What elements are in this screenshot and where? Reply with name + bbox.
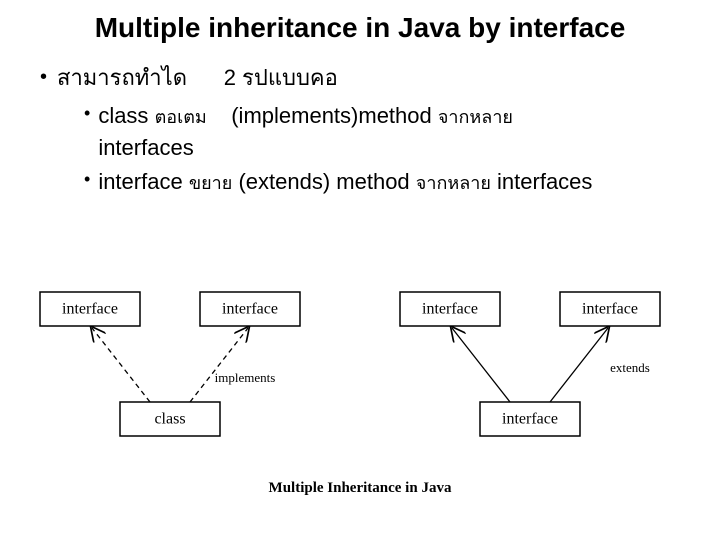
sub-bullet-list: • class ตอเตม (implements)method จากหลาย… (84, 100, 690, 198)
sub1-thai2: จากหลาย (438, 107, 513, 127)
diagram-area: interface interface class implements int… (20, 282, 700, 512)
sub1-interfaces: interfaces (98, 135, 193, 160)
inheritance-diagram: interface interface class implements int… (20, 282, 700, 512)
implements-arrow-1 (92, 328, 150, 402)
diagram-left: interface interface class implements (40, 292, 300, 436)
left-top-label-2: interface (222, 301, 278, 318)
bullet-1-part-b: 2 รปแบบคอ (224, 65, 338, 90)
bullet-dot-icon: • (40, 62, 47, 92)
sub2-thai2: จากหลาย (416, 173, 491, 193)
slide-title: Multiple inheritance in Java by interfac… (0, 12, 720, 44)
sub-bullet-1-text: class ตอเตม (implements)method จากหลาย i… (98, 100, 690, 164)
sub1-class: class (98, 103, 148, 128)
bullet-1-text: สามารถทำได 2 รปแบบคอ (57, 62, 690, 94)
extends-arrow-2 (550, 328, 608, 402)
sub2-extends: (extends) method (238, 169, 409, 194)
extends-arrow-1 (452, 328, 510, 402)
bullet-1-part-a: สามารถทำได (57, 65, 187, 90)
bullet-1: • สามารถทำได 2 รปแบบคอ (40, 62, 690, 94)
sub-bullet-2-text: interface ขยาย (extends) method จากหลาย … (98, 166, 690, 198)
right-top-label-1: interface (422, 301, 478, 318)
left-top-label-1: interface (62, 301, 118, 318)
sub2-thai1: ขยาย (189, 173, 233, 193)
extends-label: extends (610, 360, 650, 375)
sub-bullet-2: • interface ขยาย (extends) method จากหลา… (84, 166, 690, 198)
implements-label: implements (215, 370, 276, 385)
left-bottom-label: class (154, 411, 185, 428)
sub2-interface: interface (98, 169, 182, 194)
sub2-interfaces: interfaces (497, 169, 592, 194)
sub1-implements: (implements)method (231, 103, 432, 128)
sub-bullet-1: • class ตอเตม (implements)method จากหลาย… (84, 100, 690, 164)
right-bottom-label: interface (502, 411, 558, 428)
diagram-caption: Multiple Inheritance in Java (269, 480, 452, 496)
bullet-dot-icon: • (84, 100, 90, 127)
bullet-list: • สามารถทำได 2 รปแบบคอ • class ตอเตม (im… (0, 62, 720, 198)
implements-arrow-2 (190, 328, 248, 402)
right-top-label-2: interface (582, 301, 638, 318)
bullet-dot-icon: • (84, 166, 90, 193)
diagram-right: interface interface interface extends (400, 292, 660, 436)
sub1-thai1: ตอเตม (155, 107, 207, 127)
